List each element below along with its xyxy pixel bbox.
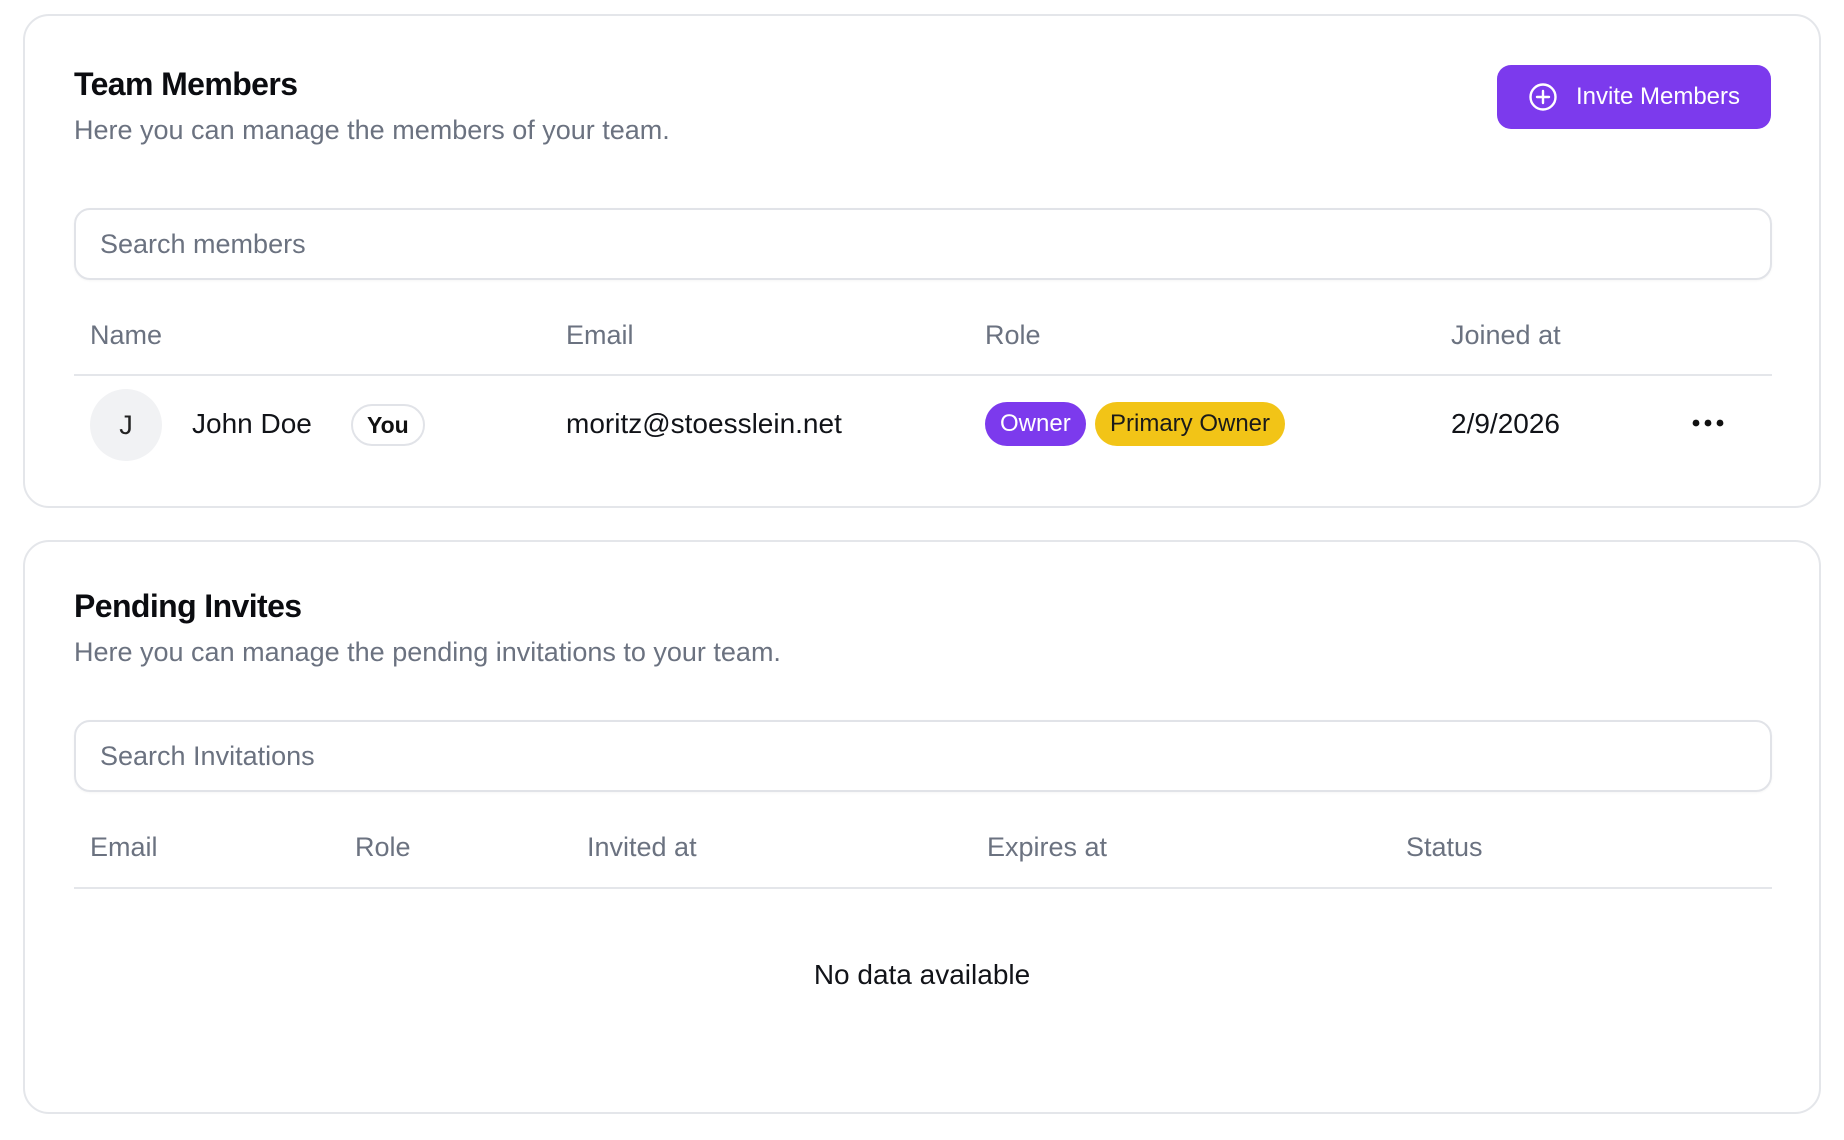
invite-members-label: Invite Members bbox=[1575, 83, 1741, 110]
role-badge-owner: Owner bbox=[985, 402, 1086, 446]
column-header-email: Email bbox=[90, 832, 158, 862]
search-members-field[interactable] bbox=[74, 208, 1772, 280]
invite-members-button[interactable]: Invite Members bbox=[1497, 65, 1771, 129]
team-members-card: Team Members Here you can manage the mem… bbox=[23, 14, 1821, 508]
plus-circle-icon bbox=[1528, 82, 1558, 112]
column-header-joined-at: Joined at bbox=[1451, 320, 1561, 350]
avatar: J bbox=[90, 389, 162, 461]
search-invitations-input[interactable] bbox=[100, 740, 1746, 772]
member-name: John Doe bbox=[192, 408, 312, 439]
pending-invites-description: Here you can manage the pending invitati… bbox=[74, 637, 781, 667]
column-header-expires-at: Expires at bbox=[987, 832, 1108, 862]
member-email: moritz@stoesslein.net bbox=[566, 408, 842, 439]
column-header-name: Name bbox=[90, 320, 163, 350]
empty-state-message: No data available bbox=[813, 959, 1031, 990]
team-members-description: Here you can manage the members of your … bbox=[74, 115, 670, 145]
more-horizontal-icon bbox=[1690, 415, 1726, 433]
search-members-input[interactable] bbox=[100, 228, 1746, 260]
members-table-header: Name Email Role Joined at bbox=[74, 294, 1772, 376]
table-row: J John Doe You moritz@stoesslein.net Own… bbox=[74, 378, 1772, 468]
row-actions-button[interactable] bbox=[1687, 406, 1729, 442]
role-badge-primary-owner: Primary Owner bbox=[1095, 402, 1286, 446]
avatar-initial: J bbox=[119, 409, 133, 440]
column-header-role: Role bbox=[985, 320, 1041, 350]
column-header-status: Status bbox=[1406, 832, 1483, 862]
column-header-invited-at: Invited at bbox=[587, 832, 697, 862]
pending-invites-card: Pending Invites Here you can manage the … bbox=[23, 540, 1821, 1114]
pending-invites-title: Pending Invites bbox=[74, 588, 302, 624]
invites-table-header: Email Role Invited at Expires at Status bbox=[74, 806, 1772, 889]
search-invitations-field[interactable] bbox=[74, 720, 1772, 792]
column-header-email: Email bbox=[566, 320, 634, 350]
column-header-role: Role bbox=[355, 832, 411, 862]
team-members-title: Team Members bbox=[74, 66, 298, 102]
you-badge: You bbox=[351, 404, 425, 446]
member-joined-at: 2/9/2026 bbox=[1451, 408, 1560, 439]
